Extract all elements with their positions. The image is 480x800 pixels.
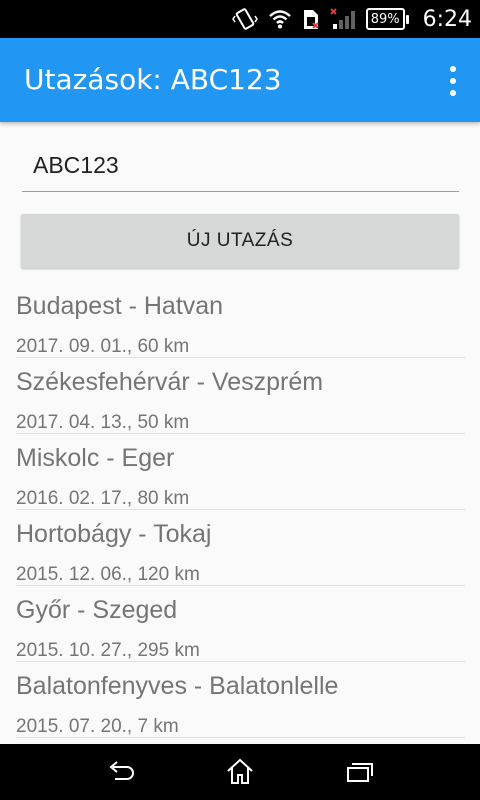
status-icons: 89% 6:24 xyxy=(231,0,472,38)
app-bar: Utazások: ABC123 xyxy=(0,38,480,122)
trip-route: Győr - Szeged xyxy=(16,596,178,624)
status-bar: 89% 6:24 xyxy=(0,0,480,38)
navigation-bar xyxy=(0,744,480,800)
vibrate-icon xyxy=(231,7,258,31)
trip-route: Budapest - Hatvan xyxy=(16,292,224,320)
new-trip-button-label: ÚJ UTAZÁS xyxy=(186,230,294,251)
signal-icon xyxy=(329,7,356,31)
home-icon[interactable] xyxy=(223,756,257,788)
trip-meta: 2017. 04. 13., 50 km xyxy=(16,412,190,433)
list-item[interactable]: Székesfehérvár - Veszprém 2017. 04. 13.,… xyxy=(16,358,465,434)
list-item[interactable]: Győr - Szeged 2015. 10. 27., 295 km xyxy=(16,586,465,662)
trip-meta: 2016. 02. 17., 80 km xyxy=(16,488,190,509)
list-item[interactable]: Budapest - Hatvan 2017. 09. 01., 60 km xyxy=(16,282,465,358)
trip-route: Székesfehérvár - Veszprém xyxy=(16,368,324,396)
plate-input-value: ABC123 xyxy=(33,152,119,178)
main-content: ABC123 ÚJ UTAZÁS Budapest - Hatvan 2017.… xyxy=(0,122,480,744)
trip-route: Miskolc - Eger xyxy=(16,444,175,472)
trip-meta: 2015. 10. 27., 295 km xyxy=(16,640,200,661)
list-item[interactable]: Hortobágy - Tokaj 2015. 12. 06., 120 km xyxy=(16,510,465,586)
plate-input[interactable]: ABC123 xyxy=(22,144,459,192)
wifi-icon xyxy=(268,8,292,30)
back-icon[interactable] xyxy=(103,756,137,788)
clock: 6:24 xyxy=(422,6,472,32)
more-vert-icon[interactable] xyxy=(446,66,460,96)
battery-level: 89% xyxy=(365,8,405,30)
trip-meta: 2015. 12. 06., 120 km xyxy=(16,564,200,585)
new-trip-button[interactable]: ÚJ UTAZÁS xyxy=(21,214,459,268)
page-title: Utazások: ABC123 xyxy=(24,63,282,96)
list-item[interactable]: Miskolc - Eger 2016. 02. 17., 80 km xyxy=(16,434,465,510)
trip-route: Balatonfenyves - Balatonlelle xyxy=(16,672,339,700)
trip-route: Hortobágy - Tokaj xyxy=(16,520,212,548)
sim-icon xyxy=(302,7,320,31)
trip-meta: 2015. 07. 20., 7 km xyxy=(16,716,179,737)
battery-icon: 89% xyxy=(365,8,409,30)
recents-icon[interactable] xyxy=(342,756,376,788)
trip-meta: 2017. 09. 01., 60 km xyxy=(16,336,190,357)
list-item[interactable]: Balatonfenyves - Balatonlelle 2015. 07. … xyxy=(16,662,465,738)
trip-list: Budapest - Hatvan 2017. 09. 01., 60 km S… xyxy=(0,282,480,738)
